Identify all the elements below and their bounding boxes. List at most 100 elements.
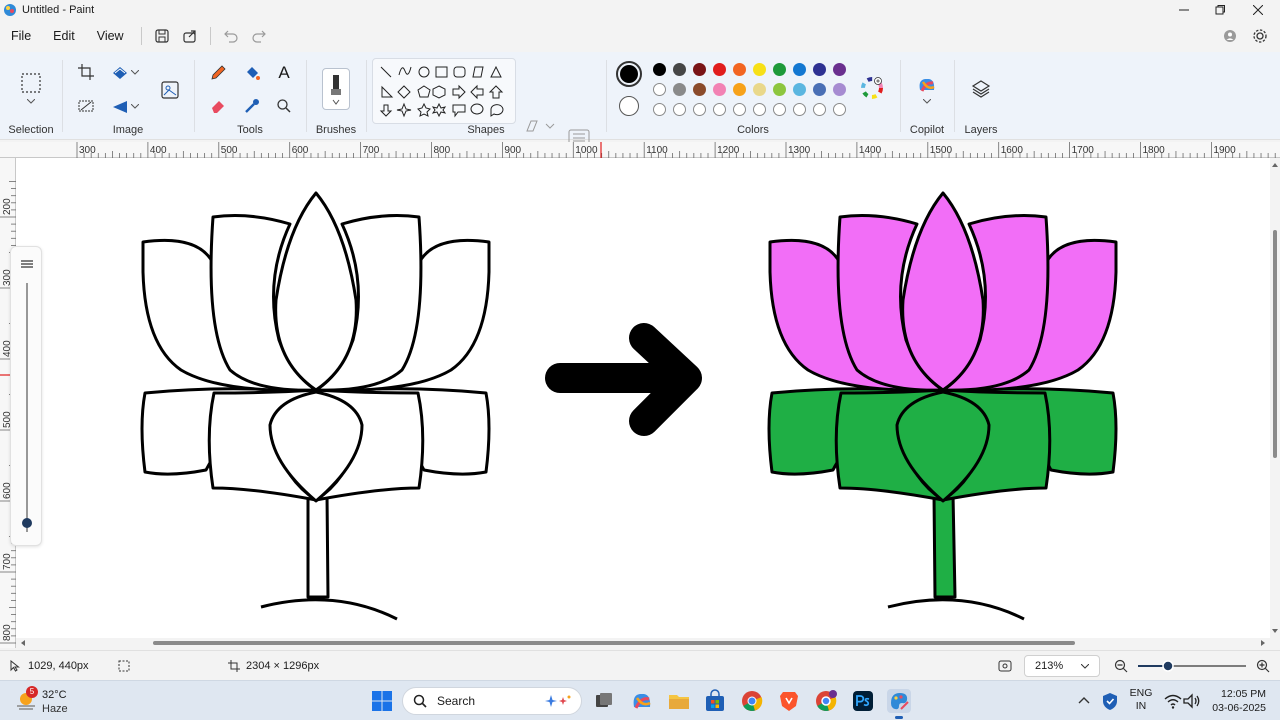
vertical-scrollbar[interactable] xyxy=(1270,158,1280,648)
chevron-down-icon xyxy=(1081,663,1089,669)
volume-tray-button[interactable] xyxy=(1180,689,1204,713)
custom-color-slot[interactable] xyxy=(813,103,826,116)
color-swatch[interactable] xyxy=(833,63,846,76)
color-swatch[interactable] xyxy=(733,63,746,76)
menu-file[interactable]: File xyxy=(0,22,42,50)
color-swatch[interactable] xyxy=(713,83,726,96)
magnifier-tool[interactable] xyxy=(272,94,296,118)
zoom-in-button[interactable] xyxy=(1256,651,1270,681)
ruler-label: 700 xyxy=(363,145,380,156)
horizontal-scrollbar[interactable] xyxy=(16,638,1270,648)
color-swatch[interactable] xyxy=(793,63,806,76)
eraser-tool[interactable] xyxy=(206,94,230,118)
settings-button[interactable] xyxy=(1246,22,1274,50)
save-button[interactable] xyxy=(148,22,176,50)
color-swatch[interactable] xyxy=(753,63,766,76)
text-tool[interactable]: A xyxy=(272,61,296,85)
cursor-icon xyxy=(10,660,20,672)
secondary-color-button[interactable] xyxy=(619,96,639,116)
color-swatch[interactable] xyxy=(833,83,846,96)
taskbar-search[interactable]: Search xyxy=(402,687,582,715)
horizontal-scroll-thumb[interactable] xyxy=(153,641,1075,645)
outline-button[interactable] xyxy=(520,114,560,138)
color-picker-tool[interactable] xyxy=(240,94,264,118)
select-dropdown[interactable] xyxy=(18,94,44,108)
shapes-gallery[interactable] xyxy=(372,58,516,124)
crop-button[interactable] xyxy=(74,60,98,84)
image-select-button[interactable] xyxy=(74,94,98,118)
pencil-tool[interactable] xyxy=(206,61,230,85)
search-icon xyxy=(413,694,427,708)
brave-button[interactable] xyxy=(777,689,801,713)
copilot-label: Copilot xyxy=(909,124,945,136)
minimize-button[interactable] xyxy=(1166,0,1202,20)
custom-color-slot[interactable] xyxy=(733,103,746,116)
share-button[interactable] xyxy=(176,22,204,50)
chrome-profile-button[interactable] xyxy=(814,689,838,713)
redo-icon xyxy=(251,30,266,43)
color-swatch[interactable] xyxy=(653,83,666,96)
custom-color-slot[interactable] xyxy=(773,103,786,116)
account-button[interactable] xyxy=(1216,22,1244,50)
undo-button[interactable] xyxy=(217,22,245,50)
file-explorer-button[interactable] xyxy=(667,689,691,713)
custom-color-slot[interactable] xyxy=(693,103,706,116)
close-button[interactable] xyxy=(1240,0,1276,20)
image-tools-button[interactable] xyxy=(158,78,182,102)
resize-dropdown[interactable] xyxy=(128,60,142,84)
menu-edit[interactable]: Edit xyxy=(42,22,86,50)
photoshop-button[interactable] xyxy=(851,689,875,713)
color-swatch[interactable] xyxy=(813,83,826,96)
color-swatch[interactable] xyxy=(773,63,786,76)
store-button[interactable] xyxy=(703,689,727,713)
task-view-button[interactable] xyxy=(592,689,616,713)
security-tray-button[interactable] xyxy=(1098,689,1122,713)
custom-color-slot[interactable] xyxy=(753,103,766,116)
color-swatch[interactable] xyxy=(693,63,706,76)
custom-color-slot[interactable] xyxy=(713,103,726,116)
custom-color-slot[interactable] xyxy=(673,103,686,116)
weather-widget[interactable]: 5 32°C Haze xyxy=(14,685,104,717)
speaker-icon xyxy=(1183,693,1200,709)
color-swatch[interactable] xyxy=(693,83,706,96)
select-button[interactable] xyxy=(18,70,44,96)
copilot-taskbar-button[interactable] xyxy=(630,689,654,713)
vertical-zoom-slider[interactable] xyxy=(10,246,42,546)
color-swatch[interactable] xyxy=(653,63,666,76)
custom-color-slot[interactable] xyxy=(653,103,666,116)
brushes-button[interactable] xyxy=(322,68,350,110)
color-swatch[interactable] xyxy=(793,83,806,96)
clock[interactable]: 12:05 PM 03-06-2025 xyxy=(1206,687,1266,715)
zoom-slider[interactable] xyxy=(1138,651,1248,681)
zoom-out-button[interactable] xyxy=(1114,651,1128,681)
chevron-down-icon xyxy=(923,98,931,104)
color-swatch[interactable] xyxy=(673,83,686,96)
color-swatch[interactable] xyxy=(773,83,786,96)
fit-to-window-button[interactable] xyxy=(998,651,1012,681)
rotate-dropdown[interactable] xyxy=(128,94,142,118)
fill-tool[interactable] xyxy=(240,61,264,85)
color-swatch[interactable] xyxy=(753,83,766,96)
language-indicator[interactable]: ENG IN xyxy=(1128,687,1154,713)
maximize-button[interactable] xyxy=(1202,0,1238,20)
custom-color-slot[interactable] xyxy=(833,103,846,116)
vertical-scroll-thumb[interactable] xyxy=(1273,230,1277,458)
show-hidden-icons-button[interactable] xyxy=(1072,689,1096,713)
color-swatch[interactable] xyxy=(733,83,746,96)
zoom-dropdown[interactable]: 213% xyxy=(1024,655,1100,677)
start-button[interactable] xyxy=(370,689,394,713)
color-swatch[interactable] xyxy=(673,63,686,76)
primary-color-button[interactable] xyxy=(616,61,642,87)
layers-button[interactable] xyxy=(968,76,994,102)
drawing-canvas[interactable] xyxy=(16,158,1270,638)
copilot-button[interactable] xyxy=(914,72,940,98)
paint-taskbar-button[interactable] xyxy=(887,689,911,719)
chrome-button[interactable] xyxy=(740,689,764,713)
copilot-dropdown[interactable] xyxy=(914,96,940,106)
redo-button[interactable] xyxy=(245,22,273,50)
custom-color-slot[interactable] xyxy=(793,103,806,116)
menu-view[interactable]: View xyxy=(86,22,135,50)
color-swatch[interactable] xyxy=(713,63,726,76)
color-swatch[interactable] xyxy=(813,63,826,76)
edit-colors-button[interactable] xyxy=(860,76,884,100)
